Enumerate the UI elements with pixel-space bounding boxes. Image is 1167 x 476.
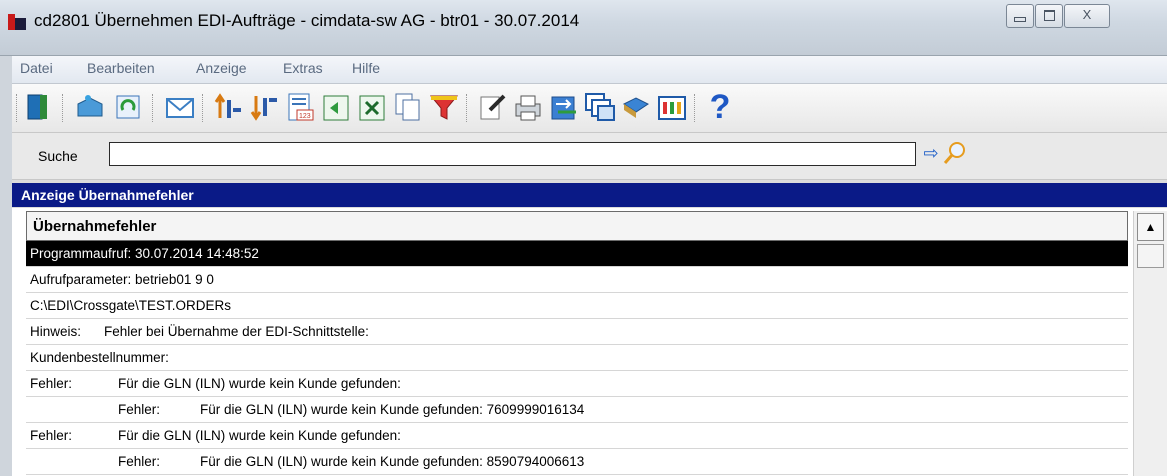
cell-message: Für die GLN (ILN) wurde kein Kunde gefun… (118, 428, 401, 443)
vertical-scrollbar[interactable]: ▲ (1133, 211, 1167, 476)
envelope-icon[interactable] (164, 90, 196, 124)
menu-anzeige[interactable]: Anzeige (196, 60, 247, 76)
table-row[interactable]: Fehler: Für die GLN (ILN) wurde kein Kun… (26, 449, 1128, 475)
cell-message: Für die GLN (ILN) wurde kein Kunde gefun… (200, 402, 585, 417)
maximize-icon (1043, 10, 1055, 21)
help-icon[interactable]: ? (704, 90, 736, 124)
toolbar-separator (694, 94, 697, 122)
menu-bar: Datei Bearbeiten Anzeige Extras Hilfe (12, 56, 1167, 84)
cell-label: Fehler: (30, 428, 73, 443)
open-folder-icon[interactable] (74, 90, 106, 124)
exit-door-icon[interactable] (22, 90, 54, 124)
sort-descending-icon[interactable] (248, 90, 280, 124)
copy-document-icon[interactable] (392, 90, 424, 124)
app-icon[interactable] (8, 14, 26, 30)
maximize-button[interactable] (1035, 4, 1063, 28)
cell-label: Fehler: (30, 376, 73, 391)
menu-bearbeiten[interactable]: Bearbeiten (87, 60, 155, 76)
column-header-label: Übernahmefehler (33, 218, 157, 235)
sort-ascending-icon[interactable] (212, 90, 244, 124)
search-go-icon[interactable]: ⇨ (920, 142, 942, 166)
close-button[interactable]: X (1064, 4, 1110, 28)
magnifier-icon[interactable] (942, 139, 968, 167)
filter-funnel-icon[interactable] (428, 90, 460, 124)
grid-icon[interactable] (656, 90, 688, 124)
title-bar[interactable]: cd2801 Übernehmen EDI-Aufträge - cimdata… (0, 0, 1167, 56)
export-green-icon[interactable] (320, 90, 352, 124)
window-title: cd2801 Übernehmen EDI-Aufträge - cimdata… (34, 11, 580, 30)
search-label: Suche (38, 148, 78, 164)
bookmark-icon[interactable] (620, 90, 652, 124)
toolbar-separator (62, 94, 65, 122)
menu-extras[interactable]: Extras (283, 60, 323, 76)
refresh-icon[interactable] (112, 90, 144, 124)
cell-message: Fehler bei Übernahme der EDI-Schnittstel… (104, 324, 369, 339)
minimize-button[interactable] (1006, 4, 1034, 28)
search-input[interactable] (109, 142, 916, 166)
minimize-icon (1014, 17, 1026, 22)
toolbar-separator (152, 94, 155, 122)
window-left-edge (0, 56, 12, 476)
table-row[interactable]: Hinweis: Fehler bei Übernahme der EDI-Sc… (26, 319, 1128, 345)
number-list-icon[interactable]: 123 (284, 90, 316, 124)
svg-text:123: 123 (299, 113, 311, 120)
cell-label: Hinweis: (30, 324, 82, 339)
search-bar: Suche ⇨ (12, 133, 1167, 180)
table-row[interactable]: Programmaufruf: 30.07.2014 14:48:52 (26, 241, 1128, 267)
windows-icon[interactable] (584, 90, 616, 124)
scroll-up-button[interactable]: ▲ (1137, 213, 1164, 241)
cell-label: C:\EDI\Crossgate\TEST.ORDERs (30, 298, 232, 313)
table-row[interactable]: C:\EDI\Crossgate\TEST.ORDERs (26, 293, 1128, 319)
cell-label: Fehler: (118, 454, 161, 469)
transfer-arrows-icon[interactable] (548, 90, 580, 124)
close-icon: X (1082, 7, 1092, 22)
scroll-thumb[interactable] (1137, 244, 1164, 268)
cell-message: Für die GLN (ILN) wurde kein Kunde gefun… (200, 454, 585, 469)
table-row[interactable]: Fehler: Für die GLN (ILN) wurde kein Kun… (26, 397, 1128, 423)
error-table: Übernahmefehler Programmaufruf: 30.07.20… (12, 208, 1167, 476)
excel-icon[interactable] (356, 90, 388, 124)
cell-label: Kundenbestellnummer: (30, 350, 169, 365)
cell-label: Programmaufruf: 30.07.2014 14:48:52 (30, 246, 259, 261)
cell-label: Aufrufparameter: betrieb01 9 0 (30, 272, 214, 287)
menu-datei[interactable]: Datei (20, 60, 53, 76)
chevron-up-icon: ▲ (1144, 220, 1157, 234)
toolbar-separator (466, 94, 469, 122)
edit-document-icon[interactable] (476, 90, 508, 124)
table-row[interactable]: Aufrufparameter: betrieb01 9 0 (26, 267, 1128, 293)
toolbar-separator (202, 94, 205, 122)
section-title: Anzeige Übernahmefehler (21, 187, 194, 203)
table-row[interactable]: Fehler: Für die GLN (ILN) wurde kein Kun… (26, 371, 1128, 397)
menu-hilfe[interactable]: Hilfe (352, 60, 380, 76)
print-icon[interactable] (512, 90, 544, 124)
table-body: Programmaufruf: 30.07.2014 14:48:52 Aufr… (26, 241, 1128, 475)
toolbar-separator (16, 94, 19, 122)
table-row[interactable]: Fehler: Für die GLN (ILN) wurde kein Kun… (26, 423, 1128, 449)
table-row[interactable]: Kundenbestellnummer: (26, 345, 1128, 371)
cell-message: Für die GLN (ILN) wurde kein Kunde gefun… (118, 376, 401, 391)
cell-label: Fehler: (118, 402, 161, 417)
section-header: Anzeige Übernahmefehler (12, 183, 1167, 207)
toolbar: 123 ? (12, 84, 1167, 133)
column-header[interactable]: Übernahmefehler (26, 211, 1128, 241)
